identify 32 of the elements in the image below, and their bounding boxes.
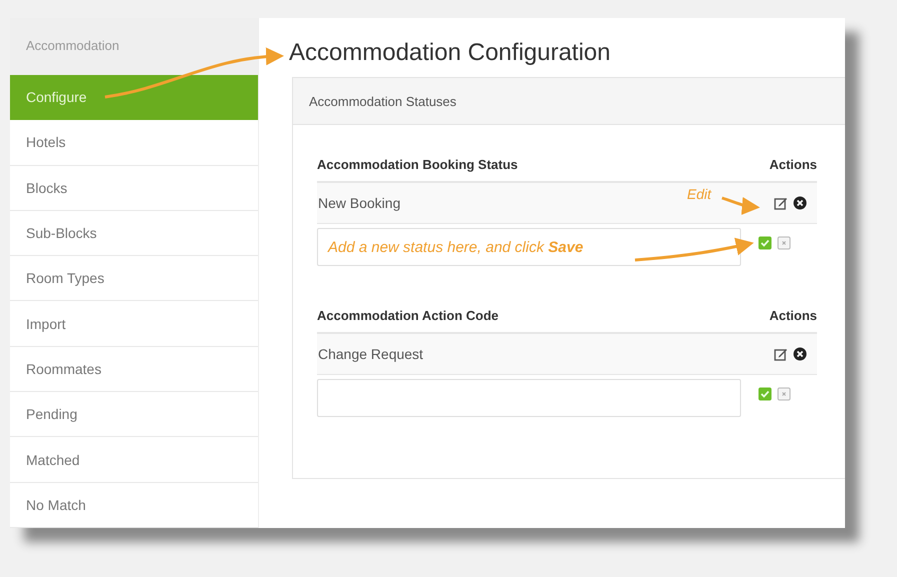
- sidebar-item[interactable]: Configure: [10, 75, 258, 120]
- input-field[interactable]: [317, 228, 741, 266]
- column-header: Accommodation Action Code: [317, 308, 499, 322]
- annotation-text: Add a new status here, and click Save: [328, 239, 584, 256]
- sidebar-item[interactable]: Sub-Blocks: [10, 210, 258, 256]
- table-cell: New Booking: [318, 195, 400, 211]
- column-header: Actions: [769, 308, 817, 322]
- sidebar-header: Accommodation: [10, 18, 258, 75]
- sidebar-item[interactable]: Matched: [10, 437, 258, 483]
- input-field[interactable]: [317, 379, 741, 417]
- column-header: Accommodation Booking Status: [317, 156, 518, 172]
- edit-icon[interactable]: [774, 347, 788, 361]
- check-icon[interactable]: [758, 236, 772, 250]
- cancel-icon[interactable]: [777, 387, 791, 401]
- sidebar-item[interactable]: Pending: [10, 392, 258, 438]
- edit-icon[interactable]: [774, 196, 788, 210]
- sidebar-item[interactable]: Import: [10, 301, 258, 347]
- annotation-text: Edit: [687, 186, 712, 202]
- delete-icon[interactable]: [793, 347, 807, 361]
- panel-header: Accommodation Statuses: [293, 78, 845, 125]
- page-title: Accommodation Configuration: [289, 39, 612, 67]
- sidebar-item[interactable]: Blocks: [10, 166, 258, 211]
- cancel-icon[interactable]: [777, 236, 791, 250]
- sidebar-item[interactable]: Hotels: [10, 120, 258, 166]
- sidebar-item[interactable]: No Match: [10, 482, 258, 528]
- check-icon[interactable]: [758, 387, 772, 401]
- sidebar-item[interactable]: Roommates: [10, 346, 258, 392]
- sidebar-item[interactable]: Room Types: [10, 256, 258, 302]
- annotation-arrow: [722, 196, 760, 215]
- delete-icon[interactable]: [793, 196, 807, 210]
- table-cell: Change Request: [318, 346, 424, 362]
- column-header: Actions: [769, 156, 817, 172]
